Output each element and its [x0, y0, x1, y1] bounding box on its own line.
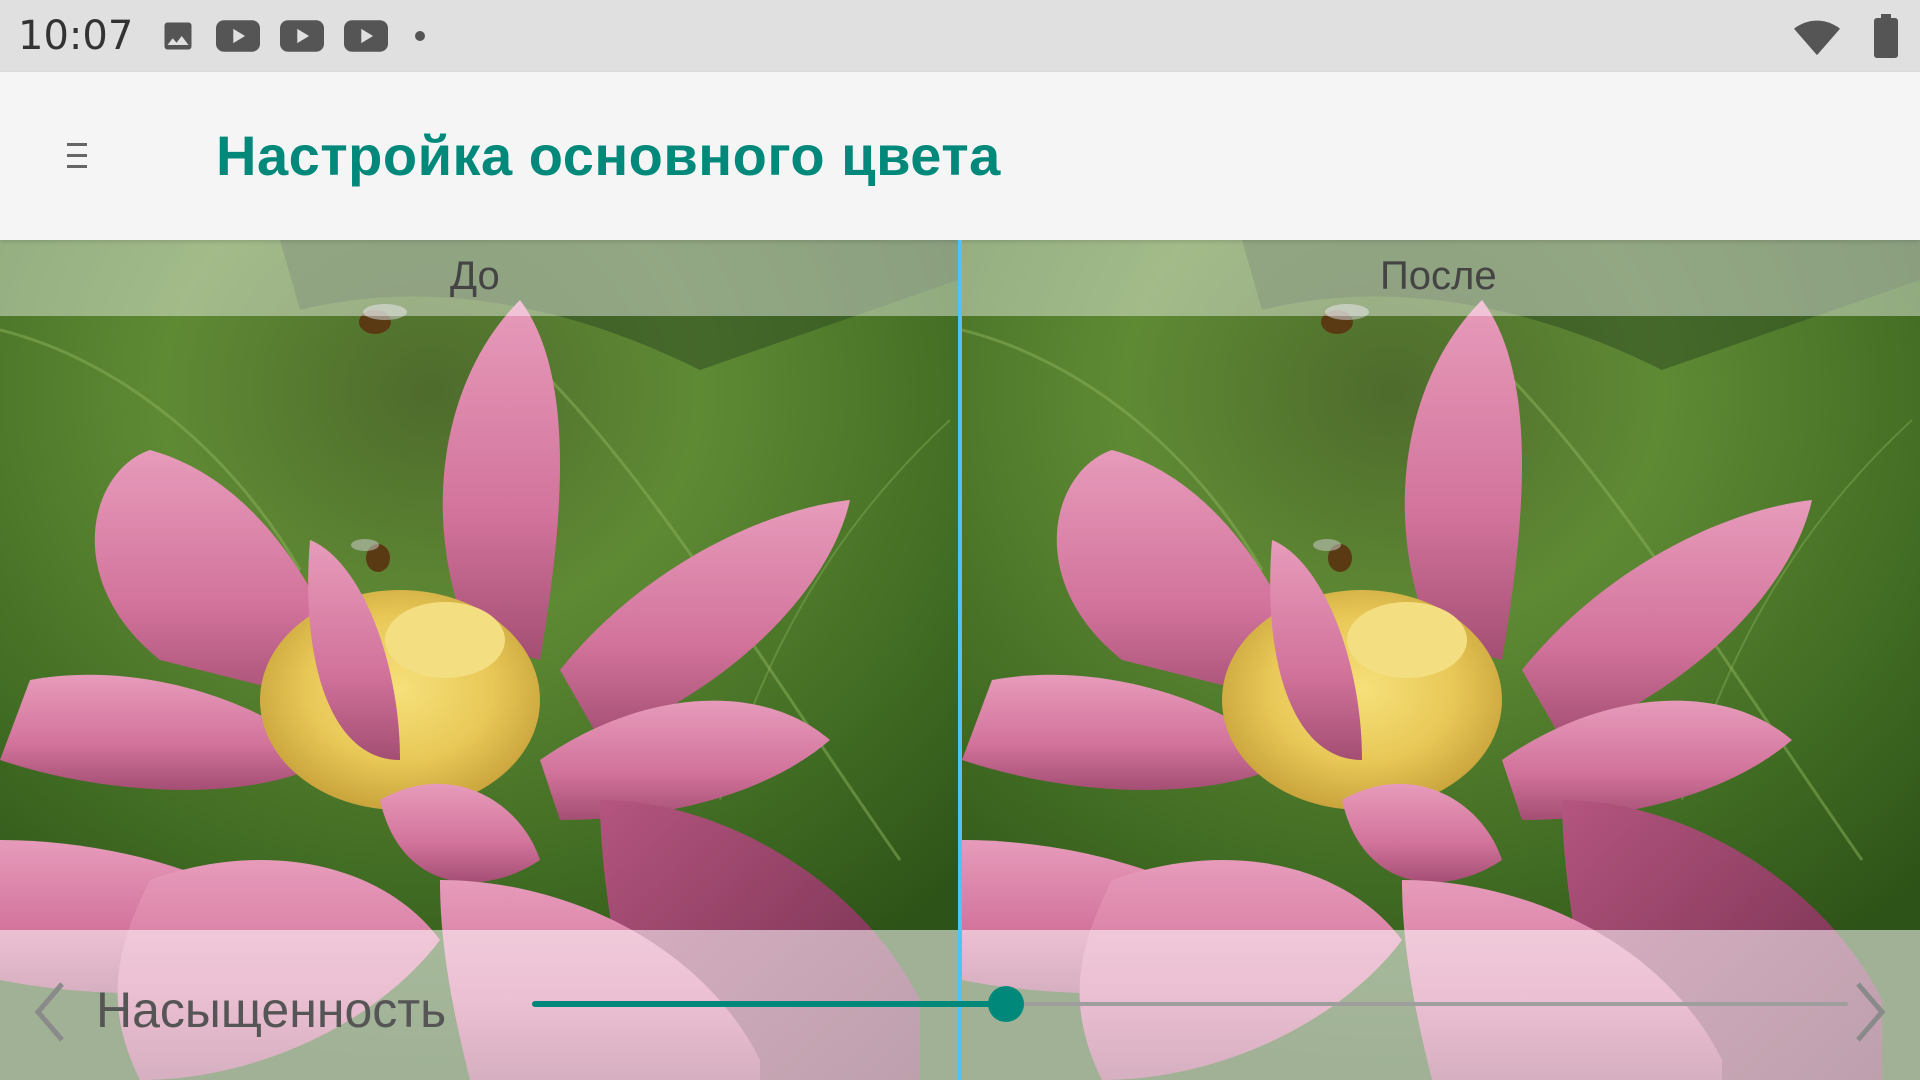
youtube-icon — [216, 20, 260, 52]
image-icon — [160, 18, 196, 54]
wifi-icon — [1794, 16, 1840, 61]
menu-button[interactable] — [48, 120, 108, 192]
status-time: 10:07 — [18, 13, 134, 59]
youtube-icon — [280, 20, 324, 52]
system-icons — [1794, 14, 1898, 63]
page-title: Настройка основного цвета — [216, 124, 1001, 187]
menu-icon — [67, 143, 87, 168]
prev-setting-button[interactable] — [22, 974, 78, 1050]
dot-icon — [408, 24, 432, 48]
slider-fill — [532, 1001, 1006, 1007]
saturation-slider[interactable] — [530, 968, 1850, 1040]
after-label: После — [1380, 254, 1497, 298]
battery-icon — [1874, 14, 1898, 63]
next-setting-button[interactable] — [1842, 974, 1898, 1050]
before-label: До — [450, 254, 500, 298]
chevron-right-icon — [1856, 982, 1886, 1042]
compare-divider-handle[interactable] — [958, 240, 962, 1080]
youtube-icon — [344, 20, 388, 52]
app-screen: 10:07 Настройка основного цвета До После… — [0, 0, 1920, 1080]
app-bar: Настройка основного цвета — [0, 72, 1920, 240]
status-bar: 10:07 — [0, 0, 1920, 72]
chevron-left-icon — [34, 982, 64, 1042]
setting-label: Насыщенность — [96, 982, 447, 1038]
notification-icons — [160, 18, 432, 54]
slider-thumb[interactable] — [987, 986, 1024, 1022]
